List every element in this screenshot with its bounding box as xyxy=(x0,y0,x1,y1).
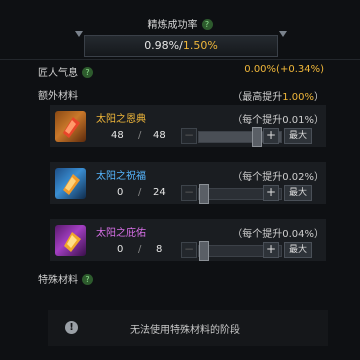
slider-thumb[interactable] xyxy=(252,127,262,147)
help-icon[interactable]: ? xyxy=(82,274,93,285)
decrease-button[interactable]: − xyxy=(181,242,197,258)
max-count: 8 xyxy=(156,244,163,255)
divider xyxy=(0,59,360,60)
increase-button[interactable]: + xyxy=(263,128,279,144)
current-rate: 0.98% xyxy=(144,39,180,52)
material-name: 太阳之庇佑 xyxy=(96,228,146,239)
artisan-energy-value: 0.00%(+0.34%) xyxy=(244,64,324,75)
special-materials-notice: ! 无法使用特殊材料的阶段 xyxy=(48,310,328,346)
sun-protection-icon xyxy=(55,225,86,256)
sun-blessing-icon xyxy=(55,168,86,199)
max-button[interactable]: 最大 xyxy=(284,242,312,258)
help-icon[interactable]: ? xyxy=(82,67,93,78)
material-name: 太阳之恩典 xyxy=(96,114,146,125)
owned-count: 0 xyxy=(117,187,124,198)
max-count: 48 xyxy=(153,130,166,141)
increase-button[interactable]: + xyxy=(263,242,279,258)
max-count: 24 xyxy=(153,187,166,198)
extra-materials-label: 额外材料 xyxy=(38,91,78,102)
success-rate-bar: 0.98%/1.50% xyxy=(75,31,287,57)
owned-count: 0 xyxy=(117,244,124,255)
notice-text: 无法使用特殊材料的阶段 xyxy=(130,325,240,336)
slider-thumb[interactable] xyxy=(199,184,209,204)
title-text: 精炼成功率 xyxy=(147,20,198,31)
refine-success-title: 精炼成功率? xyxy=(0,16,360,31)
owned-count: 48 xyxy=(111,130,124,141)
max-button[interactable]: 最大 xyxy=(284,128,312,144)
info-icon: ! xyxy=(65,321,78,334)
slider-thumb[interactable] xyxy=(199,241,209,261)
artisan-energy-label: 匠人气息? xyxy=(38,64,93,79)
material-name: 太阳之祝福 xyxy=(96,171,146,182)
per-increase: （每个提升0.04%） xyxy=(232,229,324,240)
max-rate: 1.50% xyxy=(182,39,218,52)
per-increase: （每个提升0.01%） xyxy=(232,115,324,126)
increase-button[interactable]: + xyxy=(263,185,279,201)
per-increase: （每个提升0.02%） xyxy=(232,172,324,183)
sun-grace-icon xyxy=(55,111,86,142)
decrease-button[interactable]: − xyxy=(181,128,197,144)
max-button[interactable]: 最大 xyxy=(284,185,312,201)
help-icon[interactable]: ? xyxy=(201,19,213,30)
success-rate-text: 0.98%/1.50% xyxy=(144,39,218,52)
decrease-button[interactable]: − xyxy=(181,185,197,201)
max-increase-text: （最高提升1.00%） xyxy=(232,92,324,103)
special-materials-label: 特殊材料? xyxy=(38,271,93,286)
